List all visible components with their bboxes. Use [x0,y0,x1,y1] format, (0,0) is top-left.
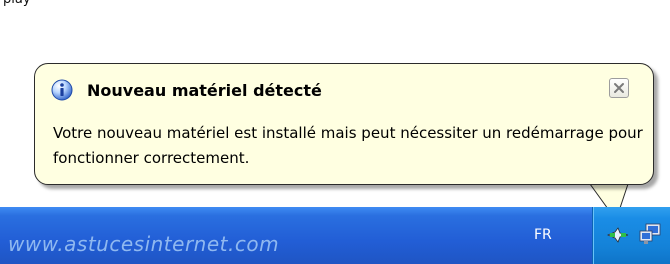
new-hardware-icon[interactable] [606,224,630,246]
taskbar: www.astucesinternet.com FR [0,207,670,264]
balloon-message: Votre nouveau matériel est installé mais… [53,124,643,167]
balloon-header: Nouveau matériel détecté [51,78,322,102]
system-tray [592,207,670,264]
language-indicator[interactable]: FR [534,227,552,243]
notification-balloon[interactable]: Nouveau matériel détecté Votre nouveau m… [34,63,654,185]
info-icon [51,79,73,101]
partial-text: play [3,0,31,7]
watermark: www.astucesinternet.com [8,232,280,256]
close-button[interactable] [609,78,629,98]
close-icon [614,83,624,93]
network-computer-icon[interactable] [638,222,662,246]
balloon-title: Nouveau matériel détecté [87,80,322,100]
